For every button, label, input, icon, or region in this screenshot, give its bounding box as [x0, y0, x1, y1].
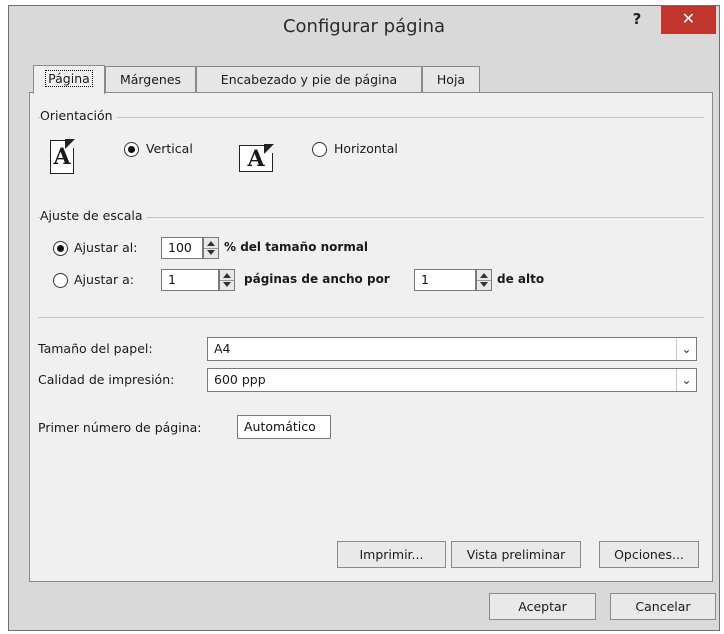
scaling-adjust-to-radio[interactable] [53, 241, 68, 256]
tab-label: Página [45, 70, 93, 87]
chevron-down-icon[interactable]: ⌄ [676, 338, 696, 360]
orientation-vertical-label[interactable]: Vertical [146, 141, 193, 156]
scaling-adjust-to-label[interactable]: Ajustar al: [74, 240, 137, 255]
print-quality-value: 600 ppp [214, 372, 266, 387]
paper-size-value: A4 [214, 341, 231, 356]
paper-size-label: Tamaño del papel: [38, 341, 153, 356]
options-button[interactable]: Opciones... [599, 541, 699, 568]
help-button[interactable]: ? [627, 10, 647, 32]
scaling-fit-to-label[interactable]: Ajustar a: [74, 272, 134, 287]
page-setup-dialog: Configurar página ? ✕ Página Márgenes En… [8, 5, 720, 631]
paper-separator [38, 317, 704, 318]
print-quality-select[interactable]: 600 ppp ⌄ [207, 368, 697, 392]
tab-panel-pagina: Orientación A Vertical A Horizontal Ajus… [29, 92, 713, 582]
print-quality-label: Calidad de impresión: [38, 372, 175, 387]
print-button[interactable]: Imprimir... [337, 541, 446, 568]
landscape-page-icon: A [239, 144, 274, 172]
fit-middle-label: páginas de ancho por [244, 272, 390, 286]
tab-encabezado-pie[interactable]: Encabezado y pie de página [196, 66, 422, 93]
paper-size-select[interactable]: A4 ⌄ [207, 337, 697, 361]
cancel-button[interactable]: Cancelar [610, 593, 716, 620]
scaling-percent-spinner[interactable] [203, 237, 219, 259]
scaling-percent-input[interactable]: 100 [161, 237, 203, 259]
fit-pages-wide-spinner[interactable] [219, 269, 235, 291]
fit-suffix-label: de alto [497, 272, 545, 286]
tab-pagina[interactable]: Página [33, 65, 105, 94]
orientation-horizontal-label[interactable]: Horizontal [334, 141, 398, 156]
fit-pages-tall-input[interactable]: 1 [414, 269, 476, 291]
fit-pages-wide-input[interactable]: 1 [161, 269, 219, 291]
dialog-title: Configurar página [282, 16, 446, 37]
ok-button[interactable]: Aceptar [489, 593, 596, 620]
print-preview-button[interactable]: Vista preliminar [451, 541, 581, 568]
first-page-number-input[interactable]: Automático [237, 415, 331, 439]
scaling-percent-suffix: % del tamaño normal [224, 240, 369, 254]
landscape-icon-letter: A [247, 146, 265, 172]
title-bar[interactable]: Configurar página ? ✕ [9, 6, 719, 54]
portrait-page-icon: A [50, 139, 75, 174]
orientation-horizontal-radio[interactable] [312, 142, 327, 157]
chevron-down-icon[interactable]: ⌄ [676, 369, 696, 391]
orientation-separator [38, 117, 704, 118]
orientation-vertical-radio[interactable] [124, 142, 139, 157]
scaling-fit-to-radio[interactable] [53, 273, 68, 288]
tab-hoja[interactable]: Hoja [422, 66, 480, 93]
fit-pages-tall-spinner[interactable] [476, 269, 492, 291]
close-icon: ✕ [681, 9, 696, 28]
tab-margenes[interactable]: Márgenes [105, 66, 196, 93]
orientation-group-label: Orientación [40, 108, 117, 123]
first-page-number-label: Primer número de página: [38, 420, 202, 435]
scaling-group-label: Ajuste de escala [40, 208, 147, 223]
close-button[interactable]: ✕ [661, 6, 716, 34]
